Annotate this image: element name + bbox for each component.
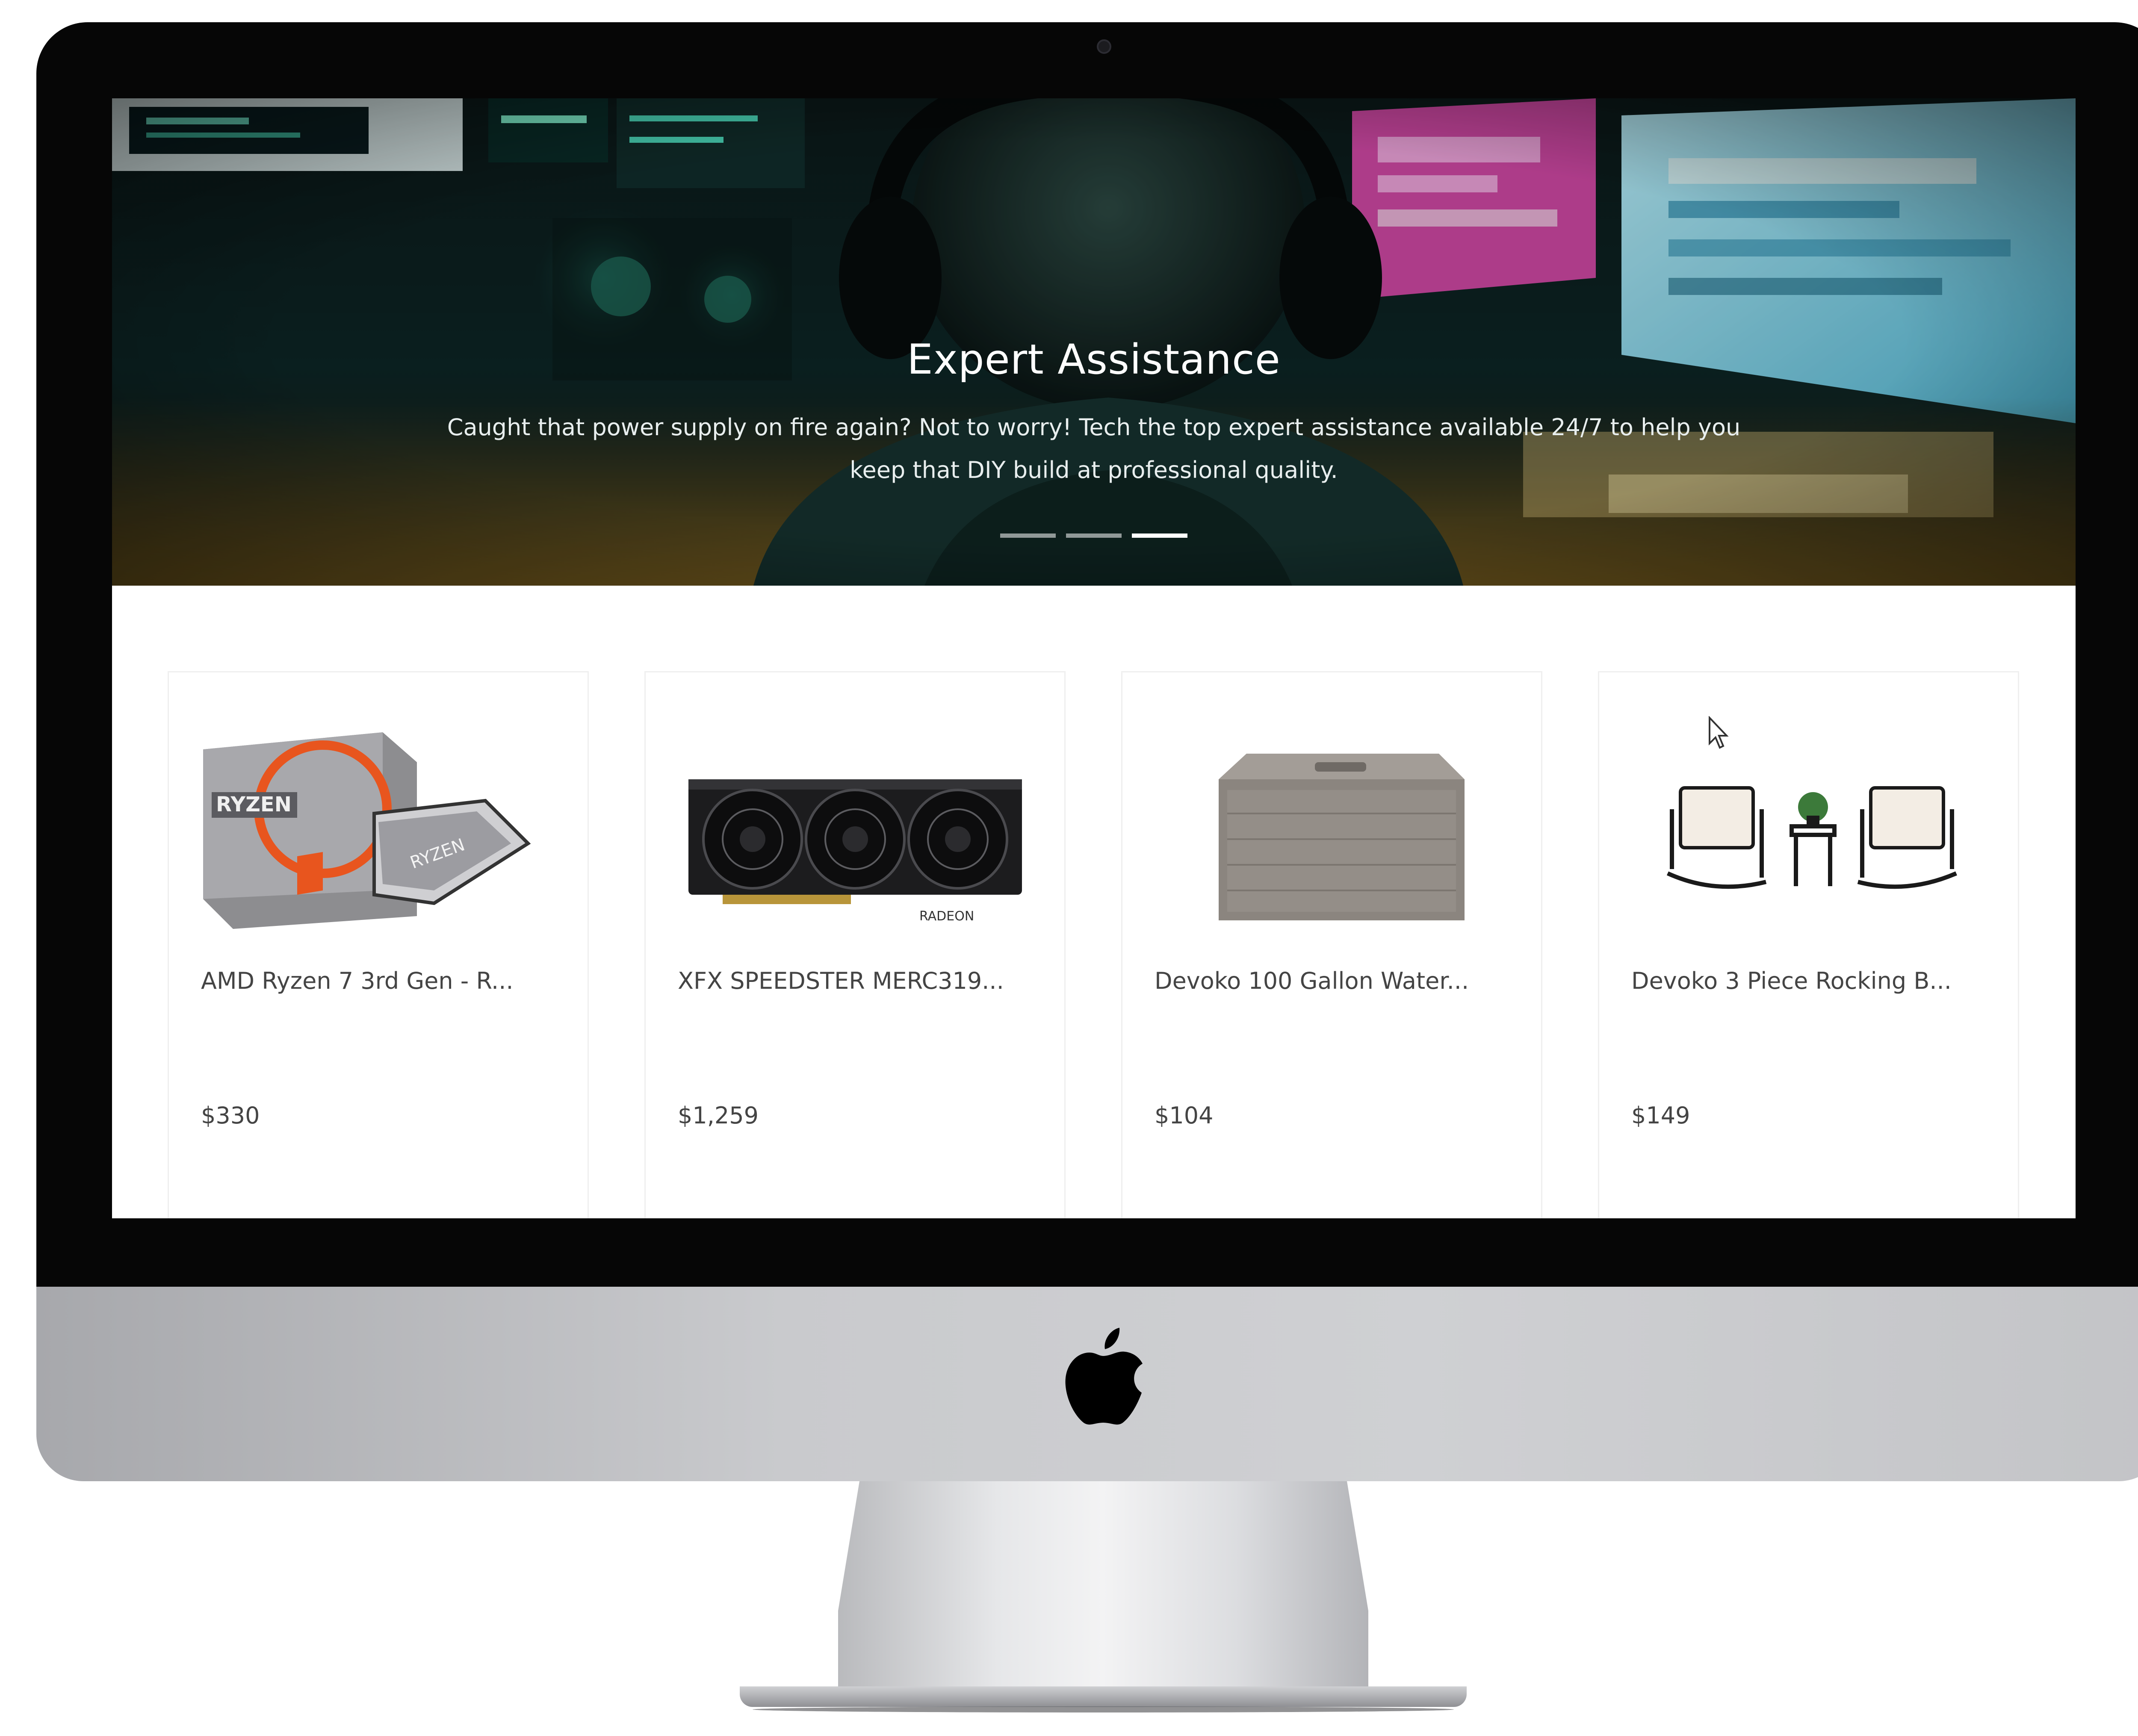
product-card-devoko-rocking[interactable]: Devoko 3 Piece Rocking B... $149 [1598,671,2019,1218]
apple-logo-icon [1065,1328,1143,1425]
product-name[interactable]: Devoko 100 Gallon Water... [1155,967,1514,994]
mouse-cursor-icon [1709,716,1729,749]
product-price: $104 [1155,1102,1214,1129]
graphics-card-image: RADEON [688,779,1022,929]
carousel-indicators [112,533,2076,538]
product-name[interactable]: Devoko 3 Piece Rocking B... [1631,967,1990,994]
camera-icon [1097,39,1111,54]
monitor-stand-foot [740,1686,1467,1707]
browser-viewport: Expert Assistance Caught that power supp… [112,98,2076,1218]
imac-mockup: Expert Assistance Caught that power supp… [0,0,2138,1736]
storage-box-image [1219,754,1465,920]
product-price: $1,259 [678,1102,759,1129]
hero-carousel[interactable]: Expert Assistance Caught that power supp… [112,98,2076,586]
product-name[interactable]: XFX SPEEDSTER MERC319... [678,967,1037,994]
product-card-amd-ryzen[interactable]: RYZEN RYZEN AMD Ryzen 7 3rd Gen - R... $… [168,671,589,1218]
product-price: $149 [1631,1102,1690,1129]
carousel-indicator-1[interactable] [1000,533,1056,538]
monitor-stand [838,1481,1368,1689]
rocking-chair-set-image [1666,786,1957,889]
carousel-indicator-2[interactable] [1066,533,1122,538]
hero-description: Caught that power supply on fire again? … [447,414,1741,483]
product-price: $330 [201,1102,260,1129]
stand-shadow [753,1707,1454,1712]
product-card-devoko-storage[interactable]: Devoko 100 Gallon Water... $104 [1121,671,1542,1218]
product-card-xfx-speedster[interactable]: RADEON XFX SPEEDSTER MERC319... $1,259 [644,671,1066,1218]
hero-title: Expert Assistance [907,336,1281,383]
svg-text:RYZEN: RYZEN [216,793,292,816]
carousel-indicator-3[interactable] [1132,533,1187,538]
svg-text:RADEON: RADEON [919,909,974,924]
product-name[interactable]: AMD Ryzen 7 3rd Gen - R... [201,967,560,994]
cpu-box-image: RYZEN RYZEN [203,732,531,929]
